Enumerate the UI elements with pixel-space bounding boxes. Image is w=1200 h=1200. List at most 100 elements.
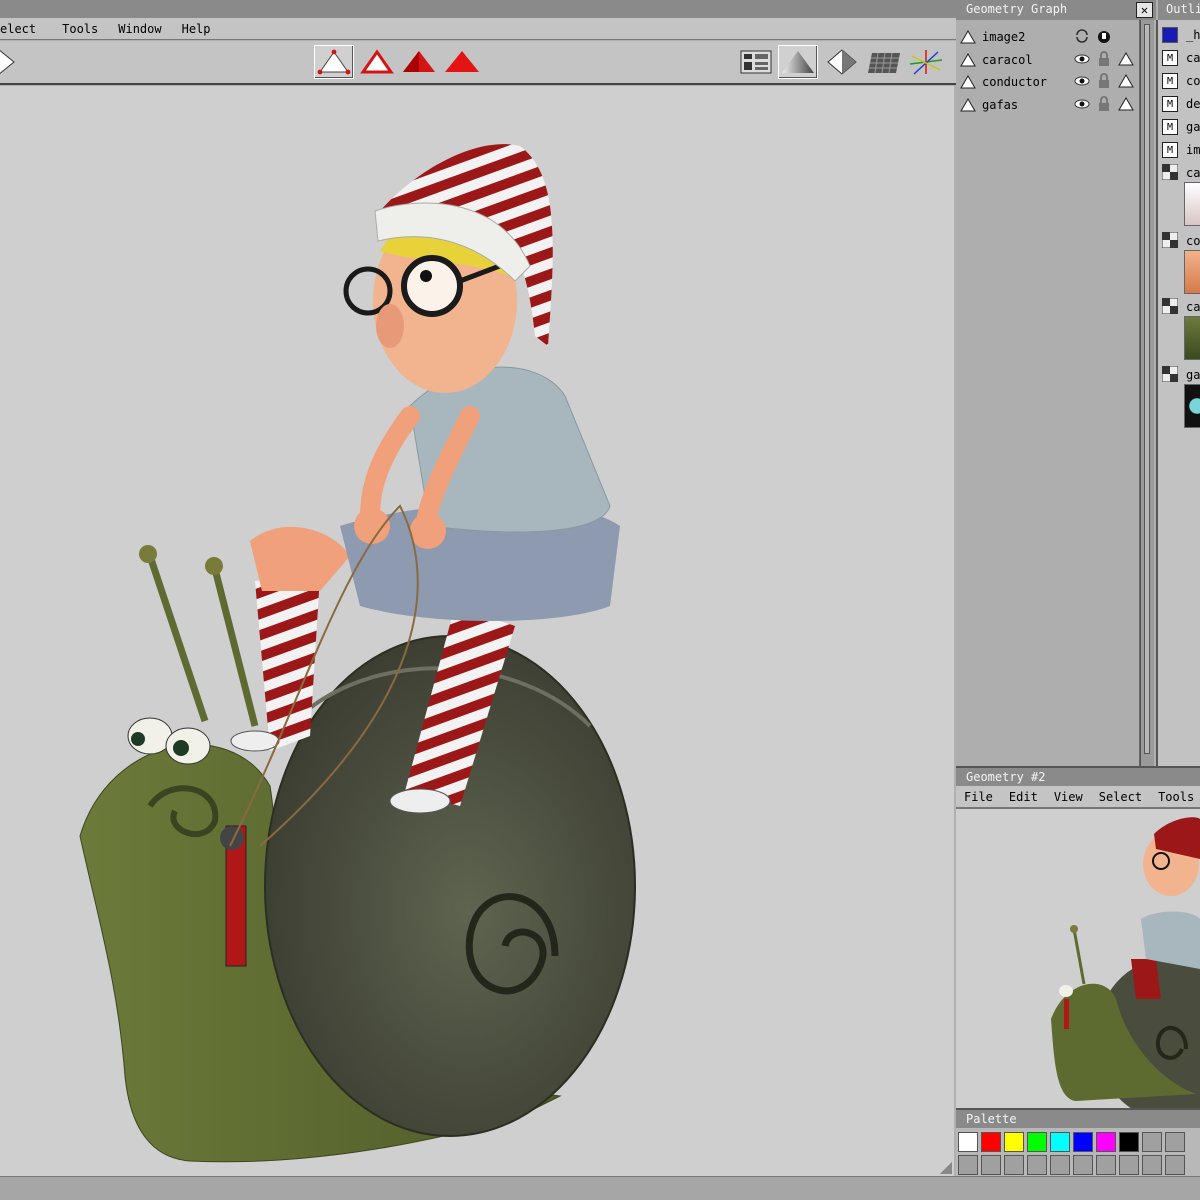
graph-item-caracol[interactable]: caracol <box>956 49 1139 71</box>
outliner-item[interactable]: Mima <box>1162 139 1200 161</box>
palette-swatch-red[interactable] <box>981 1132 1001 1152</box>
lock-icon[interactable] <box>1096 96 1112 115</box>
outliner-texture[interactable]: gaf <box>1161 364 1200 386</box>
palette-title: Palette <box>966 1112 1017 1126</box>
lock-icon[interactable] <box>1096 28 1112 47</box>
palette-swatch-empty[interactable] <box>1004 1155 1024 1175</box>
axes-icon <box>909 50 943 75</box>
outliner-texture[interactable]: car <box>1161 296 1200 318</box>
eye-icon[interactable] <box>1074 53 1090 68</box>
material-icon: M <box>1162 119 1178 135</box>
palette-swatch-empty[interactable] <box>1119 1155 1139 1175</box>
outliner-item[interactable]: Mcar <box>1162 47 1200 69</box>
outliner-item[interactable]: Mgaf <box>1162 116 1200 138</box>
viewport-resize-grip[interactable] <box>940 1162 952 1174</box>
g2-menu-edit[interactable]: Edit <box>1001 787 1046 807</box>
shaded-pyramid-icon <box>782 51 814 73</box>
checker-icon <box>1161 297 1179 317</box>
vertex-mode-button[interactable] <box>314 45 354 79</box>
palette-swatch-white[interactable] <box>958 1132 978 1152</box>
g2-menu-tools[interactable]: Tools <box>1150 787 1200 807</box>
palette-swatch-black[interactable] <box>1119 1132 1139 1152</box>
checker-grid-icon <box>868 52 900 74</box>
geometry-graph-title: Geometry Graph <box>966 2 1068 16</box>
geometry2-viewport[interactable] <box>956 808 1200 1108</box>
outliner-item[interactable]: Mdef <box>1162 93 1200 115</box>
palette-swatch-empty[interactable] <box>1165 1132 1185 1152</box>
triangle-icon[interactable] <box>1118 74 1134 91</box>
layout-grid-icon <box>740 50 772 74</box>
outliner-title: Outlin <box>1166 2 1200 16</box>
snail-rider-model <box>79 144 636 1163</box>
lock-icon[interactable] <box>1096 73 1112 92</box>
graph-item-conductor[interactable]: conductor <box>956 71 1139 93</box>
geometry-graph-scrollbar[interactable] <box>1140 20 1154 766</box>
palette-swatch-magenta[interactable] <box>1096 1132 1116 1152</box>
checker-icon <box>1161 163 1179 183</box>
layout-view-button[interactable] <box>736 45 776 79</box>
palette-swatch-empty[interactable] <box>1142 1155 1162 1175</box>
palette-swatch-empty[interactable] <box>1073 1155 1093 1175</box>
lock-icon[interactable] <box>1096 51 1112 70</box>
face-pyramid-icon <box>403 51 435 72</box>
shaded-view-button[interactable] <box>778 45 818 79</box>
palette-titlebar: Palette <box>956 1108 1200 1128</box>
vertex-triangle-icon <box>317 49 351 75</box>
texture-view-button[interactable] <box>864 45 904 79</box>
main-menu-bar: elect Tools Window Help <box>0 18 956 40</box>
texture-thumbnail <box>1184 182 1200 226</box>
menu-tools[interactable]: Tools <box>52 19 108 39</box>
eye-icon[interactable] <box>1074 75 1090 90</box>
material-icon: M <box>1162 50 1178 66</box>
geometry-graph-close-button[interactable]: ✕ <box>1136 2 1153 18</box>
object-mode-button[interactable] <box>442 45 482 79</box>
texture-label: cor <box>1186 234 1200 248</box>
g2-menu-view[interactable]: View <box>1046 787 1091 807</box>
palette-swatch-empty[interactable] <box>958 1155 978 1175</box>
palette-swatch-empty[interactable] <box>1050 1155 1070 1175</box>
outliner-item[interactable]: _he <box>1162 24 1200 46</box>
flat-view-button[interactable] <box>822 45 862 79</box>
loop-icon[interactable] <box>1074 29 1090 46</box>
play-arrow-button[interactable] <box>0 45 28 79</box>
main-3d-viewport[interactable] <box>0 86 954 1176</box>
outliner-texture[interactable]: cor <box>1161 230 1200 252</box>
status-strip <box>0 1176 1200 1200</box>
triangle-icon[interactable] <box>1118 52 1134 69</box>
palette-swatch-green[interactable] <box>1027 1132 1047 1152</box>
outliner-panel: _he Mcar Mcor Mdef Mgaf Mima car cor car… <box>1156 20 1200 766</box>
close-icon: ✕ <box>1140 3 1149 17</box>
menu-window[interactable]: Window <box>108 19 171 39</box>
graph-item-image2[interactable]: image2 <box>956 26 1139 48</box>
palette-swatch-empty[interactable] <box>1027 1155 1047 1175</box>
palette-swatch-blue[interactable] <box>1073 1132 1093 1152</box>
menu-select[interactable]: elect <box>0 19 46 39</box>
graph-item-gafas[interactable]: gafas <box>956 94 1139 116</box>
g2-menu-file[interactable]: File <box>956 787 1001 807</box>
eye-icon[interactable] <box>1074 98 1090 113</box>
palette-swatch-cyan[interactable] <box>1050 1132 1070 1152</box>
outliner-item-label: car <box>1186 51 1200 65</box>
outliner-item-label: cor <box>1186 74 1200 88</box>
texture-label: gaf <box>1186 368 1200 382</box>
triangle-icon <box>960 75 976 89</box>
outliner-item[interactable]: Mcor <box>1162 70 1200 92</box>
palette-swatch-empty[interactable] <box>1165 1155 1185 1175</box>
checker-icon <box>1161 231 1179 251</box>
menu-help[interactable]: Help <box>172 19 221 39</box>
g2-menu-select[interactable]: Select <box>1091 787 1150 807</box>
axes-view-button[interactable] <box>906 45 946 79</box>
triangle-icon <box>960 53 976 67</box>
palette-swatch-empty[interactable] <box>1096 1155 1116 1175</box>
palette-swatch-empty[interactable] <box>1142 1132 1162 1152</box>
color-swatch <box>1162 27 1178 43</box>
outliner-item-label: _he <box>1186 28 1200 42</box>
face-mode-button[interactable] <box>399 45 439 79</box>
triangle-icon[interactable] <box>1118 97 1134 114</box>
edge-mode-button[interactable] <box>357 45 397 79</box>
checker-icon <box>1161 365 1179 385</box>
outliner-texture[interactable]: car <box>1161 162 1200 184</box>
palette-swatch-empty[interactable] <box>981 1155 1001 1175</box>
palette-swatch-yellow[interactable] <box>1004 1132 1024 1152</box>
object-pyramid-icon <box>445 51 479 72</box>
